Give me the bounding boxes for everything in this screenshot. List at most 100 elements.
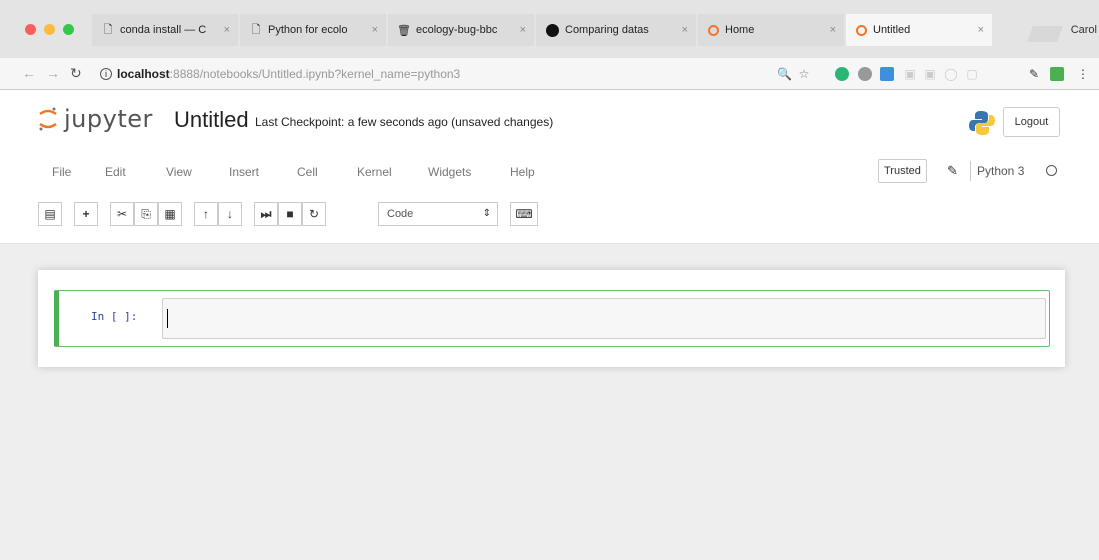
forward-arrow-icon[interactable]: → (46, 65, 60, 81)
plus-icon: + (82, 207, 90, 221)
menu-help[interactable]: Help (510, 165, 535, 179)
command-palette-button[interactable]: ⌨ (510, 202, 538, 226)
text-cursor (167, 309, 168, 328)
extension-icon[interactable]: ▣ (903, 67, 917, 81)
zoom-icon[interactable]: 🔍 (777, 67, 792, 81)
tab-title: ecology-bug-bbc (416, 24, 498, 36)
info-icon[interactable]: i (100, 68, 112, 80)
step-forward-icon: ⏭ (260, 206, 272, 221)
menu-widgets[interactable]: Widgets (428, 165, 471, 179)
notebook-area: In [ ]: (0, 244, 1099, 560)
arrow-up-icon: ↑ (203, 207, 209, 221)
tab-title: conda install — C (120, 24, 207, 36)
close-tab-icon[interactable]: × (682, 24, 688, 36)
profile-name[interactable]: Carol (1071, 24, 1097, 36)
cell-type-select[interactable]: Code ⇕ (378, 202, 498, 226)
copy-button[interactable]: ⎘ (134, 202, 158, 226)
pin-icon[interactable]: ✎ (1027, 67, 1041, 81)
trash-icon: 🗑 (397, 24, 411, 37)
run-button[interactable]: ⏭ (254, 202, 278, 226)
menu-kernel[interactable]: Kernel (357, 165, 392, 179)
extension-icon[interactable]: ◯ (944, 67, 958, 81)
browser-tab[interactable]: 🗋 conda install — C × (92, 14, 238, 46)
cut-button[interactable]: ✂ (110, 202, 134, 226)
paste-icon: ▦ (164, 207, 176, 221)
close-tab-icon[interactable]: × (520, 24, 526, 36)
extension-blue-icon[interactable] (880, 67, 894, 81)
arrow-down-icon: ↓ (227, 207, 233, 221)
extension-icon[interactable]: ▢ (965, 67, 979, 81)
tab-title: Home (725, 24, 755, 36)
github-icon (546, 23, 559, 37)
address-bar[interactable]: i localhost :8888/notebooks/Untitled.ipy… (100, 64, 870, 84)
paste-button[interactable]: ▦ (158, 202, 182, 226)
jupyter-icon (708, 24, 719, 36)
browser-tab[interactable]: 🗋 Python for ecolo × (240, 14, 386, 46)
menu-file[interactable]: File (52, 165, 71, 179)
save-icon: ▤ (44, 207, 56, 221)
back-arrow-icon[interactable]: ← (22, 65, 36, 81)
bookmark-star-icon[interactable]: ☆ (797, 67, 811, 81)
input-prompt: In [ ]: (91, 310, 138, 323)
extension-badge-icon[interactable] (1050, 67, 1064, 81)
browser-toolbar: ← → ↻ i localhost :8888/notebooks/Untitl… (0, 58, 1099, 90)
cut-icon: ✂ (116, 207, 128, 221)
url-path: :8888/notebooks/Untitled.ipynb?kernel_na… (169, 67, 461, 81)
restart-button[interactable]: ↻ (302, 202, 326, 226)
browser-tab-active[interactable]: Untitled × (846, 14, 992, 46)
page-icon: 🗋 (251, 23, 261, 36)
jupyter-header: jupyter Untitled Last Checkpoint: a few … (0, 91, 1099, 244)
reload-icon[interactable]: ↻ (70, 65, 82, 82)
move-up-button[interactable]: ↑ (194, 202, 218, 226)
tab-title: Untitled (873, 24, 911, 36)
close-tab-icon[interactable]: × (224, 24, 230, 36)
browser-tab[interactable]: Home × (698, 14, 844, 46)
code-cell[interactable]: In [ ]: (54, 290, 1050, 347)
edit-pencil-icon[interactable]: ✎ (947, 163, 958, 179)
close-tab-icon[interactable]: × (978, 24, 984, 36)
stop-icon: ■ (286, 207, 294, 221)
menu-cell[interactable]: Cell (297, 165, 318, 179)
tab-title: Comparing datas (565, 24, 649, 36)
python-logo-icon (969, 111, 995, 135)
menu-edit[interactable]: Edit (105, 165, 126, 179)
tab-title: Python for ecolo (268, 24, 348, 36)
checkpoint-status: Last Checkpoint: a few seconds ago (unsa… (255, 115, 554, 129)
move-down-button[interactable]: ↓ (218, 202, 242, 226)
close-tab-icon[interactable]: × (830, 24, 836, 36)
menubar: File Edit View Insert Cell Kernel Widget… (0, 152, 1099, 190)
minimize-window-button[interactable] (44, 24, 55, 35)
browser-tabstrip: 🗋 conda install — C × 🗋 Python for ecolo… (0, 0, 1099, 58)
close-window-button[interactable] (25, 24, 36, 35)
jupyter-logo-text[interactable]: jupyter (64, 105, 153, 133)
restart-icon: ↻ (308, 207, 320, 221)
save-button[interactable]: ▤ (38, 202, 62, 226)
browser-tab[interactable]: Comparing datas × (536, 14, 696, 46)
extension-icon[interactable]: ▣ (923, 67, 937, 81)
trusted-indicator[interactable]: Trusted (878, 159, 927, 183)
new-tab-button[interactable] (1027, 26, 1063, 42)
zoom-window-button[interactable] (63, 24, 74, 35)
notebook-toolbar: ▤ + ✂ ⎘ ▦ ↑ ↓ ⏭ ■ ↻ Code ⇕ ⌨ (0, 196, 1099, 232)
extension-gray-icon[interactable] (858, 67, 872, 81)
browser-tab[interactable]: 🗑 ecology-bug-bbc × (388, 14, 534, 46)
notebook-container: In [ ]: (38, 270, 1065, 367)
url-host: localhost (117, 67, 170, 81)
interrupt-button[interactable]: ■ (278, 202, 302, 226)
keyboard-icon: ⌨ (515, 207, 533, 221)
close-tab-icon[interactable]: × (372, 24, 378, 36)
kernel-idle-icon (1046, 165, 1057, 176)
extension-green-icon[interactable] (835, 67, 849, 81)
insert-cell-button[interactable]: + (74, 202, 98, 226)
kernel-name: Python 3 (970, 161, 1024, 181)
menu-insert[interactable]: Insert (229, 165, 259, 179)
logout-button[interactable]: Logout (1003, 107, 1060, 137)
select-arrows-icon: ⇕ (482, 208, 491, 219)
cell-type-value: Code (387, 208, 414, 220)
code-input[interactable] (162, 298, 1046, 339)
menu-view[interactable]: View (166, 165, 192, 179)
jupyter-logo-icon[interactable] (38, 106, 58, 132)
page-icon: 🗋 (103, 23, 113, 36)
notebook-name[interactable]: Untitled (174, 107, 249, 133)
browser-menu-icon[interactable]: ⋮ (1076, 67, 1090, 81)
